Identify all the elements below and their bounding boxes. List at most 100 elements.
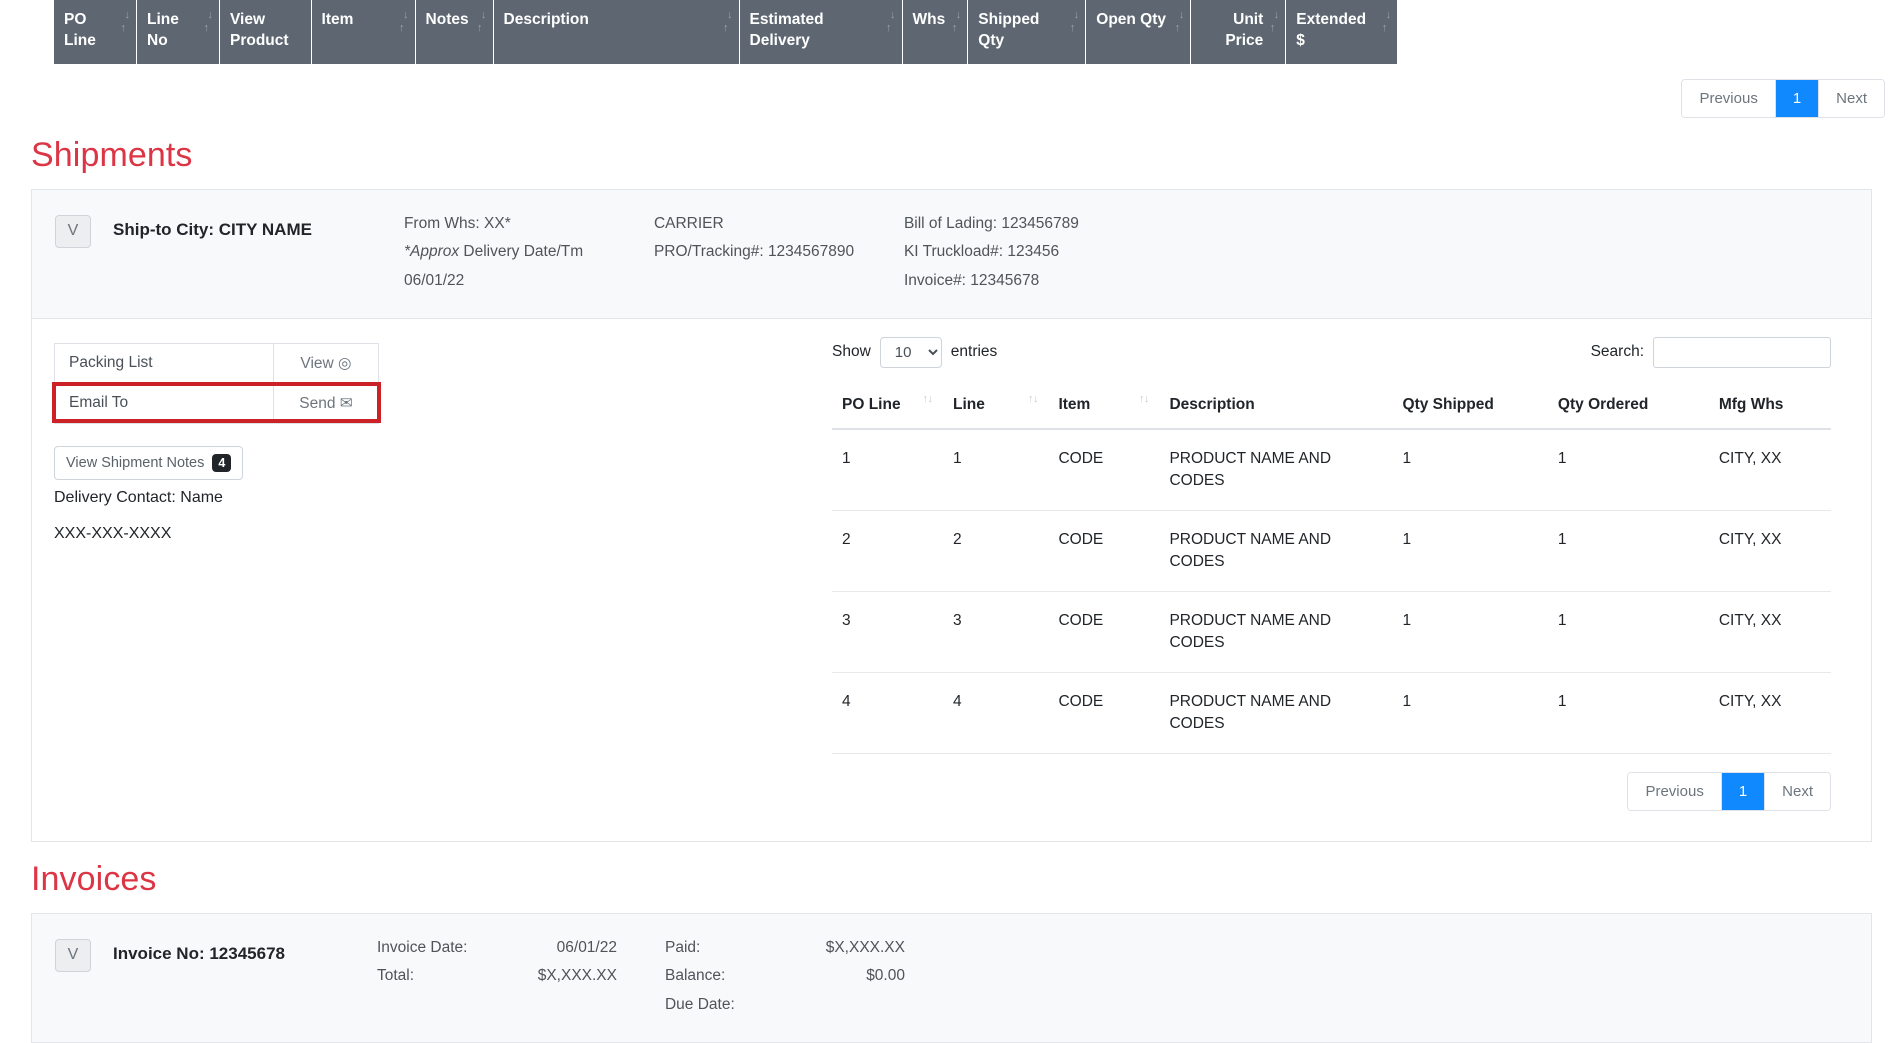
invoice-balance-value: $0.00	[866, 967, 905, 985]
cell-po-line: 3	[832, 591, 943, 673]
sort-arrows-icon[interactable]: ↓ ↑	[475, 10, 487, 44]
order-lines-pagination[interactable]: Previous 1 Next	[1681, 78, 1885, 118]
sort-arrows-icon[interactable]: ↑ ↓	[1026, 393, 1039, 428]
dt-pagination-previous-button[interactable]: Previous	[1628, 772, 1722, 810]
shipment-actions-panel: Packing List View ◎ Email To Send ✉ View…	[32, 337, 832, 811]
packing-list-view-button[interactable]: View ◎	[273, 342, 379, 384]
sort-arrows-icon[interactable]: ↓ ↑	[721, 10, 733, 44]
dt-col-line[interactable]: Line ↑ ↓	[943, 385, 1049, 430]
datatable-search-control: Search:	[1591, 336, 1831, 368]
shipment-bill-of-lading: Bill of Lading: 123456789	[903, 214, 1079, 232]
sort-arrows-icon[interactable]: ↓ ↑	[397, 10, 409, 44]
col-notes[interactable]: Notes ↓ ↑	[414, 0, 494, 65]
entries-label: entries	[950, 343, 998, 361]
sort-arrows-icon[interactable]: ↑ ↓	[921, 393, 934, 428]
col-line-no[interactable]: Line No ↓ ↑	[136, 0, 220, 65]
col-shipped-qty[interactable]: Shipped Qty ↓ ↑	[967, 0, 1087, 65]
dt-pagination-page-1-button[interactable]: 1	[1721, 772, 1766, 810]
cell-item: CODE	[1048, 591, 1160, 673]
invoice-card-header: V Invoice No: 12345678 Invoice Date: 06/…	[31, 912, 1872, 1043]
cell-qty-shipped: 1	[1392, 428, 1548, 511]
cell-line: 2	[943, 510, 1049, 592]
invoice-balance-label: Balance:	[664, 967, 726, 985]
email-to-send-button[interactable]: Send ✉	[273, 382, 379, 424]
cell-description: PRODUCT NAME AND CODES	[1159, 591, 1393, 673]
pagination-page-1-button[interactable]: 1	[1775, 79, 1820, 117]
shipment-lines-pagination[interactable]: Previous 1 Next	[1627, 771, 1831, 811]
invoice-due-date-value	[795, 991, 905, 1020]
dt-col-mfg-whs[interactable]: Mfg Whs	[1708, 385, 1831, 430]
invoice-paid-value: $X,XXX.XX	[825, 938, 905, 956]
dt-col-qty-shipped[interactable]: Qty Shipped	[1392, 385, 1548, 430]
search-input[interactable]	[1653, 336, 1831, 368]
shipment-approx-delivery-date: 06/01/22	[403, 271, 465, 289]
packing-list-row: Packing List View ◎	[54, 342, 379, 384]
sort-arrows-icon[interactable]: ↓ ↑	[201, 10, 214, 44]
col-view-product[interactable]: View Product	[219, 0, 312, 65]
shipment-pro-tracking: PRO/Tracking#: 1234567890	[653, 243, 855, 261]
sort-arrows-icon[interactable]: ↓ ↑	[884, 10, 896, 44]
col-open-qty[interactable]: Open Qty ↓ ↑	[1085, 0, 1192, 65]
dt-col-item[interactable]: Item ↑ ↓	[1048, 385, 1160, 430]
delivery-contact: Delivery Contact: Name	[54, 488, 223, 506]
approx-italic: *Approx	[403, 243, 460, 261]
col-extended-dollars[interactable]: Extended $ ↓ ↑	[1285, 0, 1399, 65]
sort-arrows-icon[interactable]: ↓ ↑	[1379, 10, 1392, 44]
dt-pagination-next-button[interactable]: Next	[1765, 772, 1830, 810]
cell-mfg-whs: CITY, XX	[1708, 510, 1831, 592]
col-shipped-qty-label: Shipped Qty	[978, 11, 1040, 49]
pagination-next-button[interactable]: Next	[1819, 79, 1884, 117]
view-shipment-notes-button[interactable]: View Shipment Notes 4	[54, 445, 244, 480]
email-to-label: Email To	[54, 382, 274, 424]
shipment-approx-delivery-label: *Approx Delivery Date/Tm	[404, 238, 654, 267]
dt-col-mfg-whs-label: Mfg Whs	[1718, 395, 1784, 413]
shipment-carrier: CARRIER	[653, 214, 724, 232]
invoice-collapse-toggle[interactable]: V	[55, 938, 91, 972]
cell-description: PRODUCT NAME AND CODES	[1159, 510, 1393, 592]
order-lines-header-table: PO Line ↓ ↑ Line No ↓ ↑ View Product Item ↓ ↑ …	[53, 0, 1399, 65]
shipment-collapse-toggle[interactable]: V	[55, 214, 91, 248]
col-whs-label: Whs	[912, 11, 946, 28]
envelope-icon: ✉	[339, 394, 353, 412]
dt-col-description[interactable]: Description	[1159, 385, 1393, 430]
cell-qty-ordered: 1	[1547, 510, 1709, 592]
cell-description: PRODUCT NAME AND CODES	[1159, 672, 1393, 754]
dt-col-item-label: Item	[1058, 395, 1091, 413]
pagination-previous-button[interactable]: Previous	[1682, 79, 1776, 117]
sort-arrows-icon[interactable]: ↓ ↑	[949, 10, 962, 44]
col-description[interactable]: Description ↓ ↑	[492, 0, 740, 65]
table-row[interactable]: 4 4 CODE PRODUCT NAME AND CODES 1 1 CITY…	[832, 672, 1831, 754]
email-to-row: Email To Send ✉	[54, 382, 379, 424]
order-lines-pagination-row: Previous 1 Next	[0, 65, 1893, 118]
col-po-line[interactable]: PO Line ↓ ↑	[53, 0, 137, 65]
cell-line: 1	[943, 428, 1049, 511]
table-row[interactable]: 2 2 CODE PRODUCT NAME AND CODES 1 1 CITY…	[832, 510, 1831, 592]
sort-arrows-icon[interactable]: ↓ ↑	[1267, 10, 1280, 44]
table-row[interactable]: 1 1 CODE PRODUCT NAME AND CODES 1 1 CITY…	[832, 428, 1831, 511]
shipment-lines-datatable: Show 102550100 entries Search:	[832, 336, 1871, 811]
cell-mfg-whs: CITY, XX	[1708, 591, 1831, 673]
cell-qty-ordered: 1	[1547, 672, 1709, 754]
sort-arrows-icon[interactable]: ↓ ↑	[1172, 10, 1185, 44]
sort-arrows-icon[interactable]: ↓ ↑	[1067, 10, 1080, 44]
col-estimated-delivery[interactable]: Estimated Delivery ↓ ↑	[738, 0, 903, 65]
table-row[interactable]: 3 3 CODE PRODUCT NAME AND CODES 1 1 CITY…	[832, 591, 1831, 673]
col-unit-price[interactable]: Unit Price ↓ ↑	[1190, 0, 1287, 65]
col-whs[interactable]: Whs ↓ ↑	[901, 0, 969, 65]
invoice-total-label: Total:	[376, 967, 415, 985]
invoices-section-title: Invoices	[31, 859, 157, 898]
shipment-doc-actions-table: Packing List View ◎ Email To Send ✉	[54, 342, 379, 424]
col-item[interactable]: Item ↓ ↑	[310, 0, 416, 65]
dt-col-po-line[interactable]: PO Line ↑ ↓	[832, 385, 943, 430]
dt-col-line-label: Line	[953, 395, 985, 413]
col-description-label: Description	[503, 11, 589, 28]
entries-per-page-select[interactable]: 102550100	[879, 336, 942, 368]
sort-arrows-icon[interactable]: ↓ ↑	[118, 10, 131, 44]
dt-col-qty-ordered[interactable]: Qty Ordered	[1547, 385, 1709, 430]
col-item-label: Item	[321, 11, 354, 28]
cell-item: CODE	[1048, 672, 1160, 754]
shipment-notes-count-badge: 4	[212, 453, 232, 472]
datatable-pagination-row: Previous 1 Next	[832, 754, 1831, 811]
invoice-due-date-label: Due Date:	[664, 995, 735, 1013]
sort-arrows-icon[interactable]: ↑ ↓	[1137, 393, 1150, 428]
